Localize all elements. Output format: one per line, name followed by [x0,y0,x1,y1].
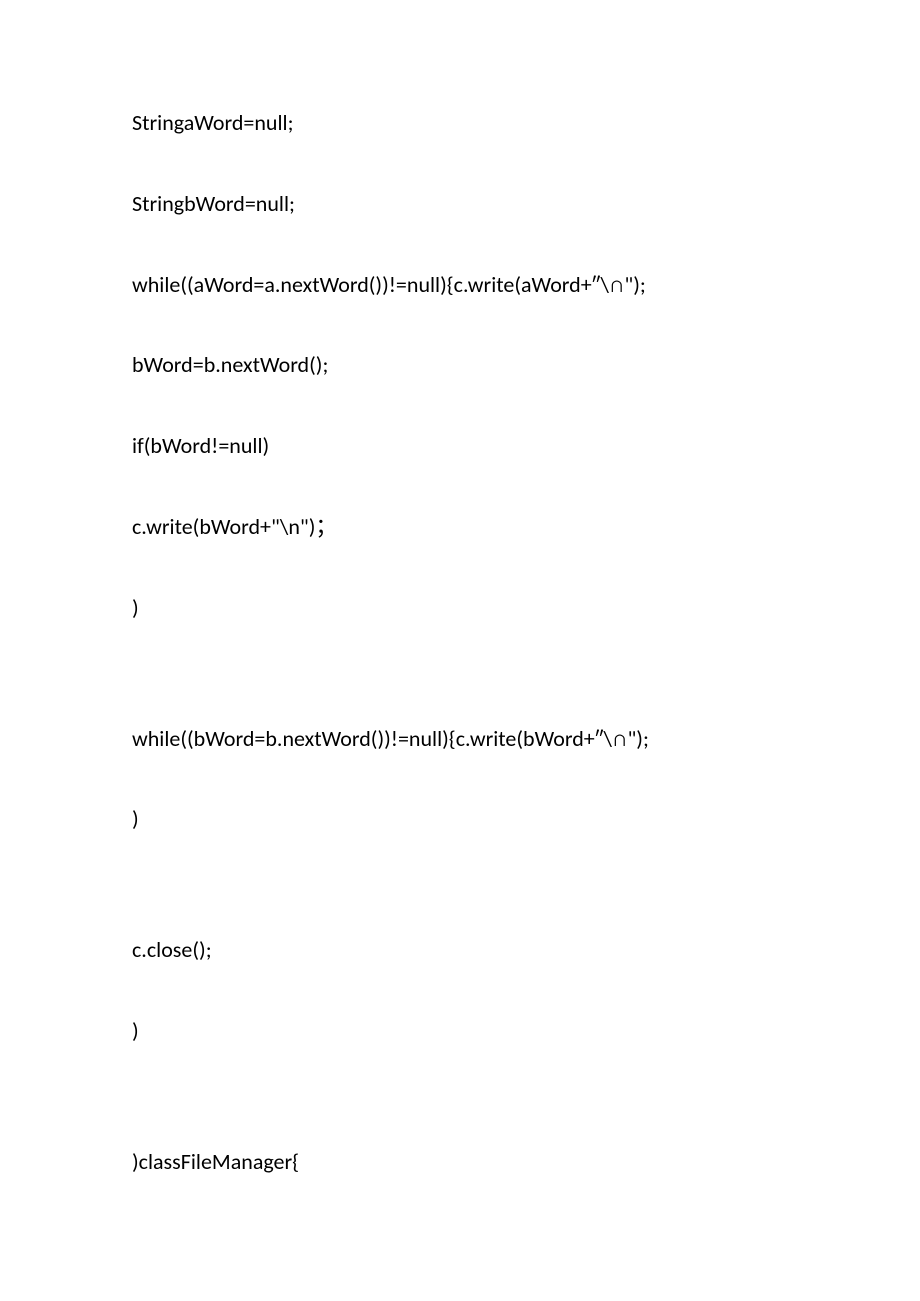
code-line: ) [132,1016,920,1047]
code-line: c.close(); [132,935,920,966]
code-line: ) [132,804,920,835]
code-line: bWord=b.nextWord(); [132,350,920,381]
code-line: )classFileManager{ [132,1147,920,1178]
code-line: ) [132,593,920,624]
code-line: if(bWord!=null) [132,431,920,462]
code-line: while((bWord=b.nextWord())!=null){c.writ… [132,724,920,755]
code-line: StringaWord=null; [132,108,920,139]
code-line: while((aWord=a.nextWord())!=null){c.writ… [132,270,920,301]
code-line: StringbWord=null; [132,189,920,220]
code-line: c.write(bWord+"\n")； [132,512,920,543]
